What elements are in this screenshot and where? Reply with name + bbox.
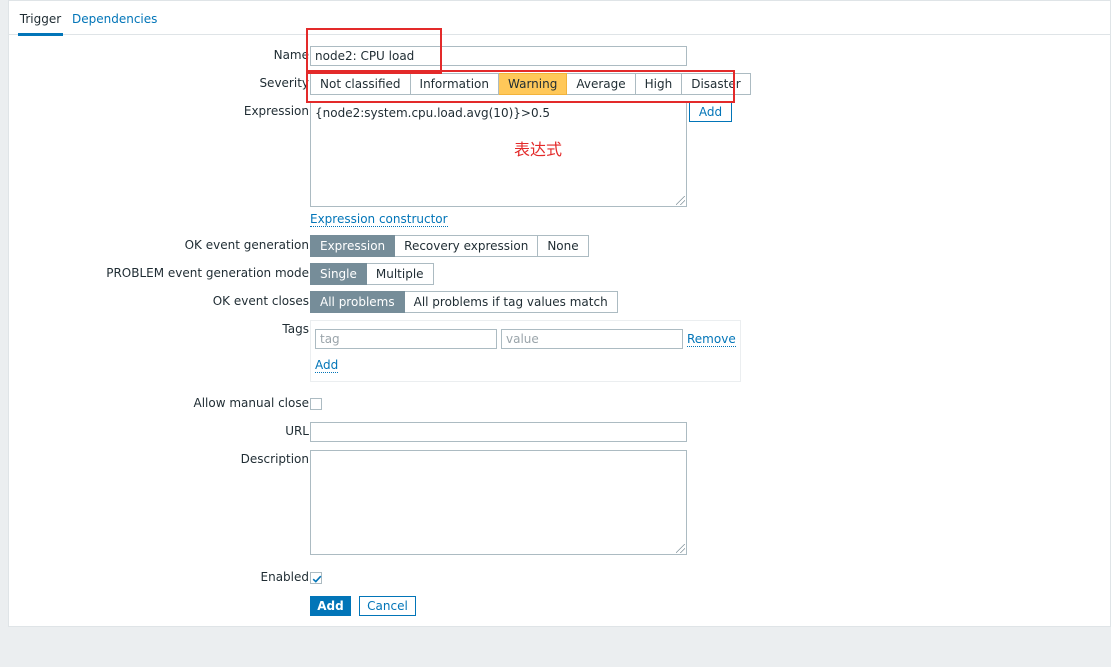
problem-event-mode-selector: Single Multiple bbox=[310, 263, 434, 285]
ok-closes-tag-match[interactable]: All problems if tag values match bbox=[404, 291, 618, 313]
url-label: URL bbox=[285, 424, 309, 438]
trigger-form-panel: Trigger Dependencies Name node2: CPU loa… bbox=[8, 0, 1111, 627]
problem-mode-single[interactable]: Single bbox=[310, 263, 367, 285]
tag-name-input[interactable]: tag bbox=[315, 329, 497, 349]
tags-label: Tags bbox=[282, 322, 309, 336]
enabled-checkbox[interactable] bbox=[310, 572, 322, 584]
name-input[interactable]: node2: CPU load bbox=[310, 46, 687, 66]
problem-mode-multiple[interactable]: Multiple bbox=[366, 263, 434, 285]
allow-manual-close-checkbox[interactable] bbox=[310, 398, 322, 410]
problem-event-mode-label: PROBLEM event generation mode bbox=[106, 266, 309, 280]
expression-label: Expression bbox=[243, 104, 309, 118]
severity-average[interactable]: Average bbox=[567, 73, 636, 95]
ok-event-closes-selector: All problems All problems if tag values … bbox=[310, 291, 618, 313]
ok-event-generation-selector: Expression Recovery expression None bbox=[310, 235, 589, 257]
tab-dependencies[interactable]: Dependencies bbox=[72, 11, 157, 33]
cancel-button[interactable]: Cancel bbox=[359, 596, 416, 616]
ok-closes-all-problems[interactable]: All problems bbox=[310, 291, 405, 313]
severity-information[interactable]: Information bbox=[410, 73, 499, 95]
ok-event-closes-label: OK event closes bbox=[212, 294, 309, 308]
resize-handle-icon[interactable] bbox=[676, 544, 685, 553]
url-input[interactable] bbox=[310, 422, 687, 442]
severity-warning[interactable]: Warning bbox=[499, 73, 568, 95]
ok-event-expression[interactable]: Expression bbox=[310, 235, 396, 257]
severity-disaster[interactable]: Disaster bbox=[682, 73, 751, 95]
annotation-expression-text: 表达式 bbox=[514, 140, 563, 159]
ok-event-generation-label: OK event generation bbox=[184, 238, 309, 252]
tag-add-link[interactable]: Add bbox=[315, 358, 339, 373]
expression-add-button[interactable]: Add bbox=[689, 102, 732, 122]
allow-manual-close-label: Allow manual close bbox=[193, 396, 309, 410]
name-label: Name bbox=[273, 48, 309, 62]
add-button[interactable]: Add bbox=[310, 596, 351, 616]
tab-trigger[interactable]: Trigger bbox=[18, 11, 63, 36]
ok-event-recovery-expression[interactable]: Recovery expression bbox=[395, 235, 539, 257]
expression-constructor-link[interactable]: Expression constructor bbox=[310, 212, 448, 227]
description-textarea[interactable] bbox=[310, 450, 687, 555]
checkmark-icon bbox=[312, 575, 322, 583]
enabled-label: Enabled bbox=[260, 570, 310, 584]
description-label: Description bbox=[240, 452, 309, 466]
resize-handle-icon[interactable] bbox=[676, 196, 685, 205]
ok-event-none[interactable]: None bbox=[538, 235, 589, 257]
tab-bar: Trigger Dependencies bbox=[9, 1, 1110, 36]
expression-textarea[interactable]: {node2:system.cpu.load.avg(10)}>0.5 bbox=[310, 102, 687, 207]
severity-selector: Not classified Information Warning Avera… bbox=[310, 73, 751, 95]
severity-not-classified[interactable]: Not classified bbox=[310, 73, 411, 95]
tag-value-input[interactable]: value bbox=[501, 329, 683, 349]
tags-container: tag value Remove Add bbox=[310, 320, 741, 382]
severity-high[interactable]: High bbox=[635, 73, 683, 95]
expression-value: {node2:system.cpu.load.avg(10)}>0.5 bbox=[315, 106, 551, 120]
tag-remove-link[interactable]: Remove bbox=[687, 332, 736, 347]
severity-label: Severity bbox=[259, 76, 309, 90]
